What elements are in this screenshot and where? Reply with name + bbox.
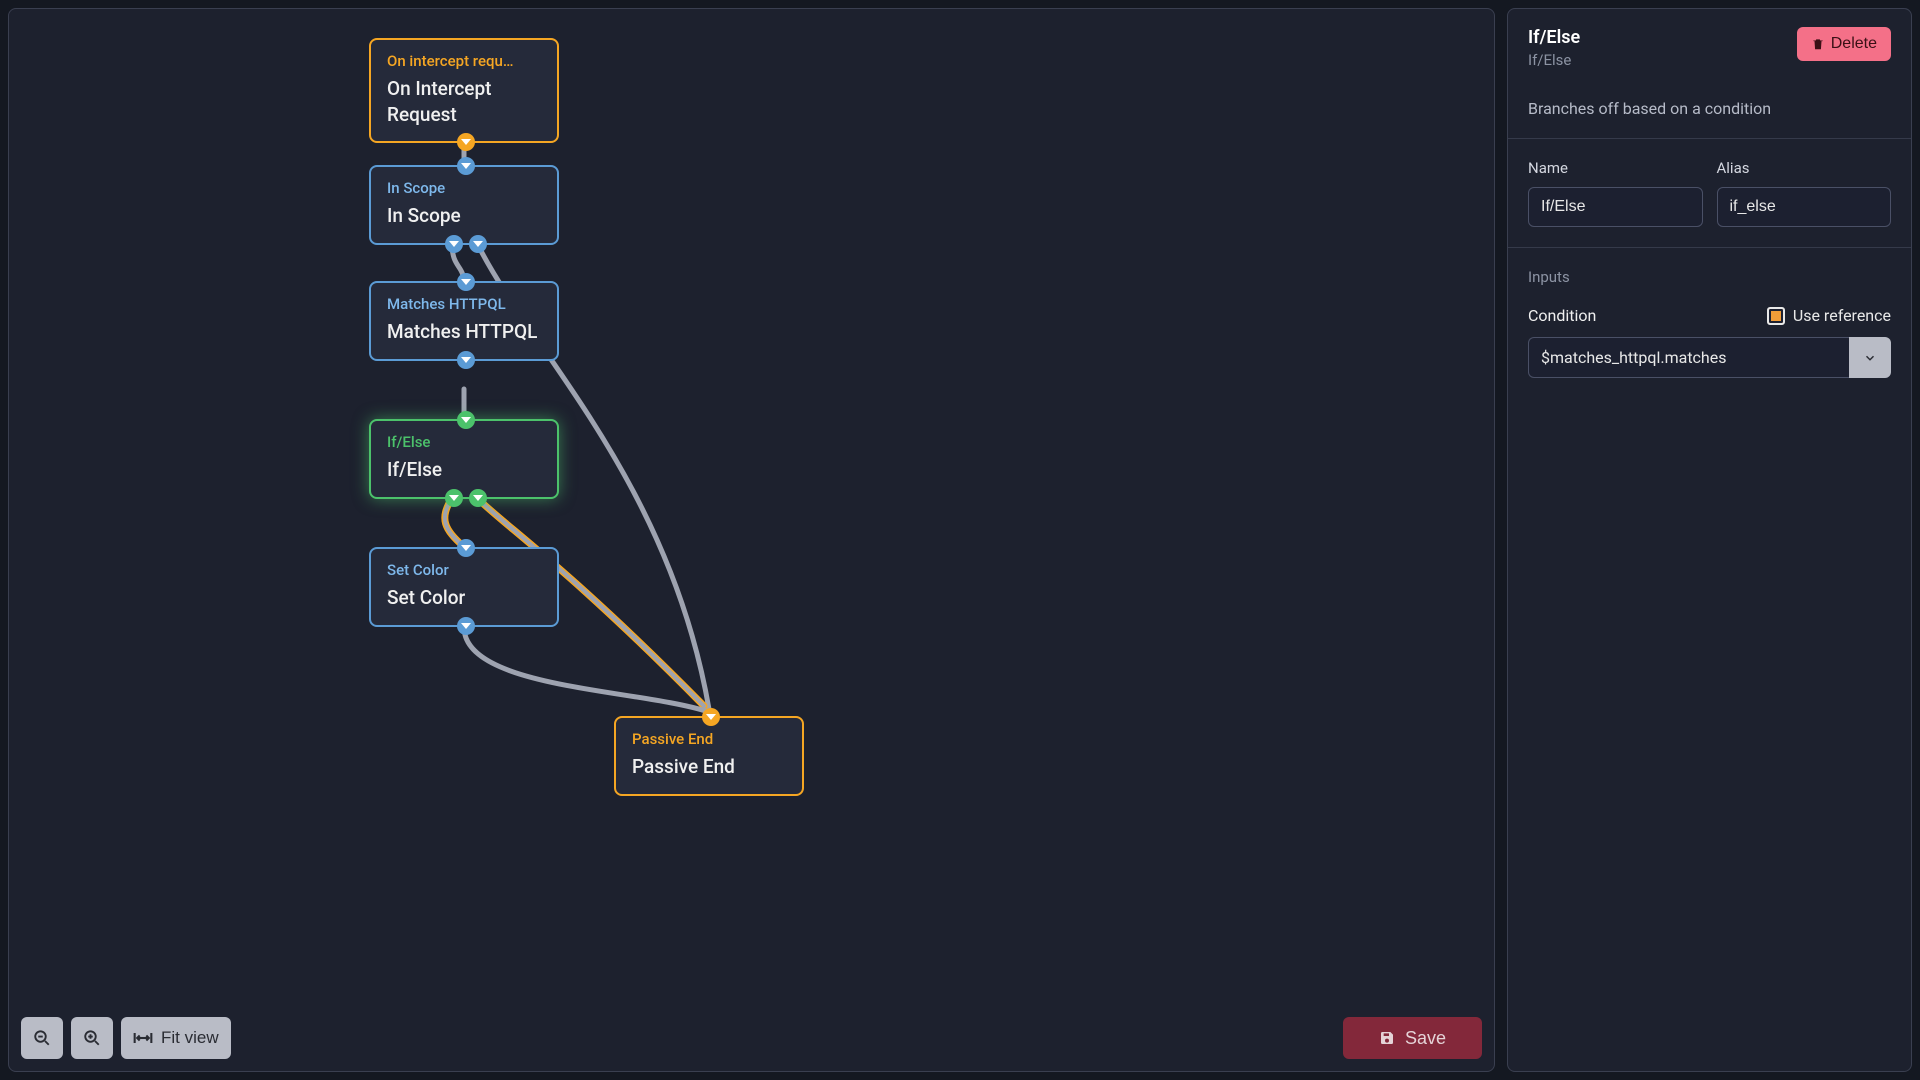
node-title: Set Color xyxy=(387,561,541,579)
port-in-icon[interactable] xyxy=(457,273,475,291)
node-value: Matches HTTPQL xyxy=(387,319,541,345)
delete-button[interactable]: Delete xyxy=(1797,27,1891,61)
node-passive-end[interactable]: Passive End Passive End xyxy=(614,716,804,796)
port-out-icon[interactable] xyxy=(445,489,463,507)
fit-view-button[interactable]: Fit view xyxy=(121,1017,231,1059)
node-value: In Scope xyxy=(387,203,541,229)
save-icon xyxy=(1379,1030,1395,1046)
node-value: On Intercept Request xyxy=(387,76,541,127)
condition-dropdown-button[interactable] xyxy=(1849,337,1891,378)
node-value: Set Color xyxy=(387,585,541,611)
node-title: On intercept requ… xyxy=(387,52,541,70)
port-out-icon[interactable] xyxy=(469,489,487,507)
inspector-title: If/Else xyxy=(1528,27,1580,48)
node-set-color[interactable]: Set Color Set Color xyxy=(369,547,559,627)
node-value: Passive End xyxy=(632,754,786,780)
port-out-icon[interactable] xyxy=(469,235,487,253)
node-matches-httpql[interactable]: Matches HTTPQL Matches HTTPQL xyxy=(369,281,559,361)
alias-input[interactable] xyxy=(1717,187,1892,227)
port-in-icon[interactable] xyxy=(702,708,720,726)
node-title: In Scope xyxy=(387,179,541,197)
inputs-section-label: Inputs xyxy=(1528,268,1891,286)
zoom-in-button[interactable] xyxy=(71,1017,113,1059)
delete-label: Delete xyxy=(1831,35,1877,53)
alias-label: Alias xyxy=(1717,159,1892,177)
node-title: If/Else xyxy=(387,433,541,451)
zoom-in-icon xyxy=(83,1029,101,1047)
zoom-out-button[interactable] xyxy=(21,1017,63,1059)
fit-view-label: Fit view xyxy=(161,1028,219,1048)
checkbox-icon xyxy=(1767,307,1785,325)
port-out-icon[interactable] xyxy=(457,133,475,151)
use-reference-toggle[interactable]: Use reference xyxy=(1767,306,1891,325)
inspector-panel: If/Else If/Else Delete Branches off base… xyxy=(1507,8,1912,1072)
port-in-icon[interactable] xyxy=(457,157,475,175)
condition-value[interactable]: $matches_httpql.matches xyxy=(1528,337,1849,378)
chevron-down-icon xyxy=(1863,351,1877,365)
port-in-icon[interactable] xyxy=(457,411,475,429)
save-label: Save xyxy=(1405,1028,1446,1049)
workflow-canvas[interactable]: On intercept requ… On Intercept Request … xyxy=(8,8,1495,1072)
node-title: Passive End xyxy=(632,730,786,748)
node-on-intercept-request[interactable]: On intercept requ… On Intercept Request xyxy=(369,38,559,143)
name-input[interactable] xyxy=(1528,187,1703,227)
port-out-icon[interactable] xyxy=(445,235,463,253)
trash-icon xyxy=(1811,37,1825,51)
node-value: If/Else xyxy=(387,457,541,483)
condition-label: Condition xyxy=(1528,306,1596,325)
node-in-scope[interactable]: In Scope In Scope xyxy=(369,165,559,245)
port-out-icon[interactable] xyxy=(457,351,475,369)
edges-layer xyxy=(9,9,1494,1071)
divider xyxy=(1508,247,1911,248)
divider xyxy=(1508,138,1911,139)
node-title: Matches HTTPQL xyxy=(387,295,541,313)
node-if-else[interactable]: If/Else If/Else xyxy=(369,419,559,499)
zoom-out-icon xyxy=(33,1029,51,1047)
inspector-subtitle: If/Else xyxy=(1528,51,1580,69)
use-reference-label: Use reference xyxy=(1793,306,1891,325)
inspector-description: Branches off based on a condition xyxy=(1528,99,1891,118)
port-out-icon[interactable] xyxy=(457,617,475,635)
fit-view-icon xyxy=(133,1029,153,1047)
port-in-icon[interactable] xyxy=(457,539,475,557)
save-button[interactable]: Save xyxy=(1343,1017,1482,1059)
name-label: Name xyxy=(1528,159,1703,177)
